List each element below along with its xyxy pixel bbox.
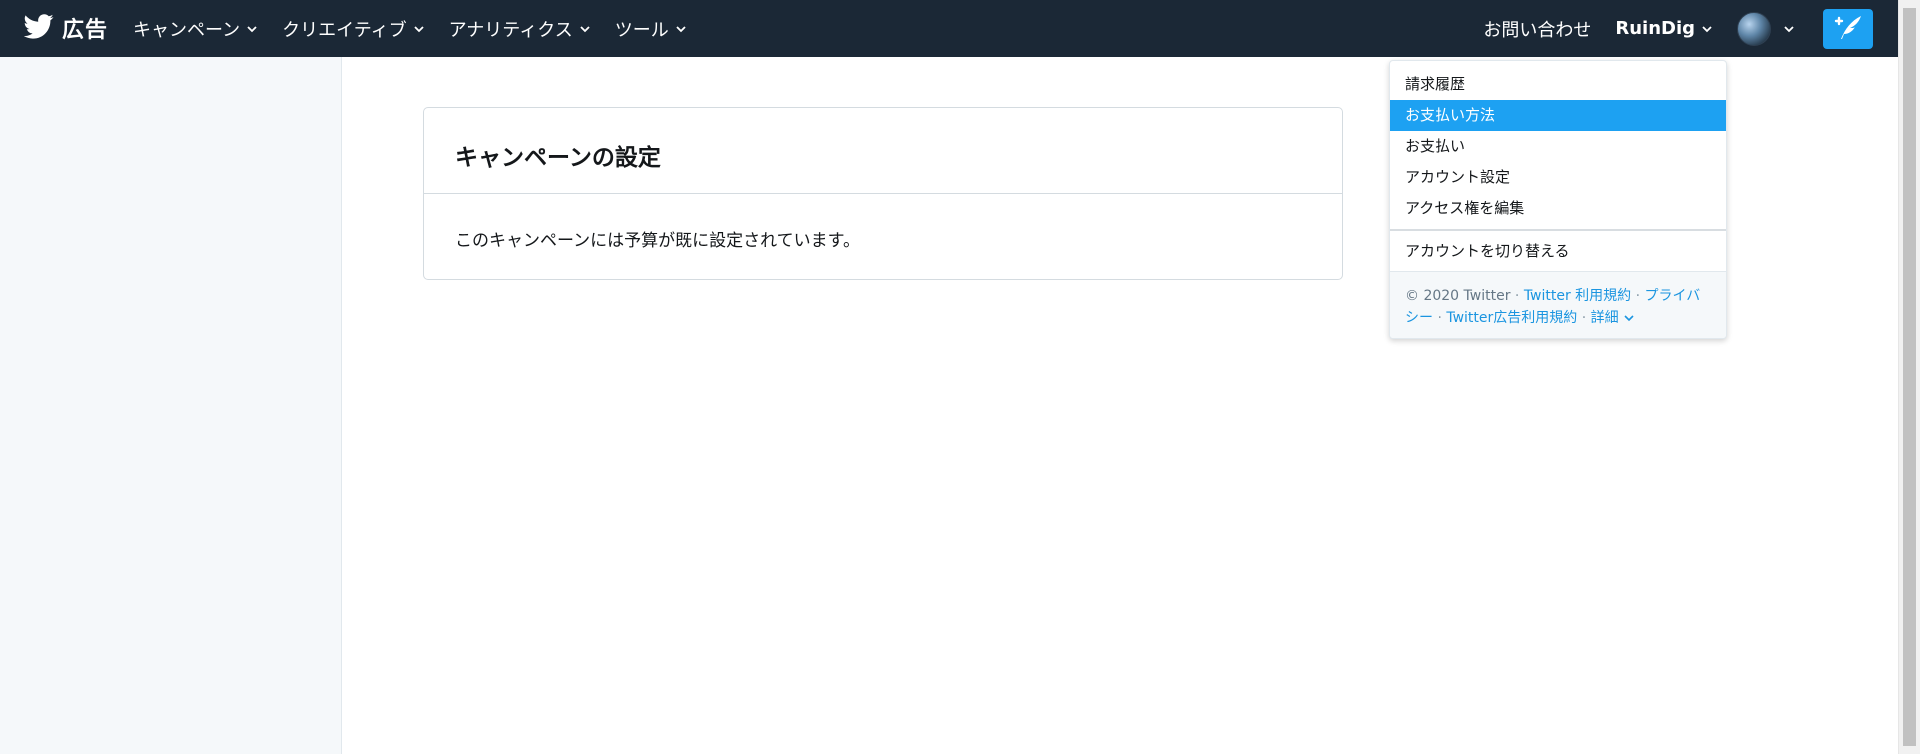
chevron-down-icon bbox=[246, 23, 258, 35]
page-scrollbar[interactable] bbox=[1898, 0, 1920, 754]
twitter-bird-icon bbox=[23, 11, 54, 45]
avatar bbox=[1737, 11, 1771, 46]
account-name: RuinDig bbox=[1615, 18, 1695, 39]
main-nav: キャンペーン クリエイティブ アナリティクス ツール bbox=[133, 0, 711, 57]
card-header: キャンペーンの設定 bbox=[424, 108, 1342, 194]
compose-tweet-icon bbox=[1831, 12, 1865, 46]
menu-item-payment-methods[interactable]: お支払い方法 bbox=[1390, 100, 1726, 131]
nav-tools-label: ツール bbox=[614, 19, 669, 41]
chevron-down-icon bbox=[675, 23, 687, 35]
user-menu-toggle[interactable] bbox=[1737, 11, 1795, 46]
contact-link[interactable]: お問い合わせ bbox=[1483, 16, 1591, 42]
chevron-down-icon bbox=[1701, 23, 1713, 35]
nav-campaigns[interactable]: キャンペーン bbox=[133, 16, 258, 42]
ads-terms-link[interactable]: Twitter広告利用規約 bbox=[1446, 310, 1577, 326]
more-link[interactable]: 詳細 bbox=[1591, 307, 1635, 329]
more-link-label: 詳細 bbox=[1590, 310, 1619, 326]
footer-separator: · bbox=[1581, 310, 1587, 326]
footer-separator: · bbox=[1635, 288, 1641, 304]
menu-item-account-settings[interactable]: アカウント設定 bbox=[1390, 162, 1726, 193]
nav-creatives[interactable]: クリエイティブ bbox=[282, 16, 425, 42]
left-sidebar bbox=[0, 57, 342, 754]
account-switcher[interactable]: RuinDig bbox=[1615, 18, 1713, 39]
chevron-down-icon bbox=[1783, 23, 1795, 35]
campaign-settings-card: キャンペーンの設定 このキャンペーンには予算が既に設定されています。 bbox=[423, 107, 1343, 280]
compose-tweet-button[interactable] bbox=[1823, 8, 1873, 49]
menu-item-switch-account[interactable]: アカウントを切り替える bbox=[1390, 236, 1726, 267]
nav-creatives-label: クリエイティブ bbox=[282, 19, 407, 41]
nav-analytics[interactable]: アナリティクス bbox=[449, 16, 591, 42]
chevron-down-icon bbox=[579, 23, 591, 35]
page-title: キャンペーンの設定 bbox=[455, 145, 661, 171]
footer-separator: · bbox=[1514, 288, 1520, 304]
terms-link[interactable]: Twitter 利用規約 bbox=[1524, 288, 1631, 304]
chevron-down-icon bbox=[1624, 315, 1634, 322]
ads-brand-label: 広告 bbox=[62, 18, 109, 43]
menu-item-billing-history[interactable]: 請求履歴 bbox=[1390, 69, 1726, 100]
twitter-ads-home-link[interactable]: 広告 bbox=[23, 10, 109, 46]
chevron-down-icon bbox=[413, 23, 425, 35]
account-dropdown-menu: 請求履歴 お支払い方法 お支払い アカウント設定 アクセス権を編集 アカウントを… bbox=[1389, 60, 1727, 339]
nav-analytics-label: アナリティクス bbox=[448, 19, 573, 41]
dropdown-menu-list: 請求履歴 お支払い方法 お支払い アカウント設定 アクセス権を編集 アカウントを… bbox=[1390, 61, 1726, 267]
menu-item-payments[interactable]: お支払い bbox=[1390, 131, 1726, 162]
menu-item-edit-access[interactable]: アクセス権を編集 bbox=[1390, 193, 1726, 224]
dropdown-footer: © 2020 Twitter · Twitter 利用規約 · プライバシー ·… bbox=[1390, 271, 1726, 338]
nav-campaigns-label: キャンペーン bbox=[133, 19, 241, 41]
top-nav-bar: 広告 キャンペーン クリエイティブ アナリティクス ツール お問い合わせ Rui… bbox=[0, 0, 1898, 57]
copyright-text: © 2020 Twitter bbox=[1405, 288, 1511, 304]
menu-divider bbox=[1390, 229, 1726, 231]
scrollbar-thumb[interactable] bbox=[1903, 8, 1916, 746]
footer-separator: · bbox=[1437, 310, 1442, 326]
header-right-controls: お問い合わせ RuinDig bbox=[1483, 0, 1898, 57]
nav-tools[interactable]: ツール bbox=[615, 16, 687, 42]
budget-set-message: このキャンペーンには予算が既に設定されています。 bbox=[455, 231, 860, 251]
